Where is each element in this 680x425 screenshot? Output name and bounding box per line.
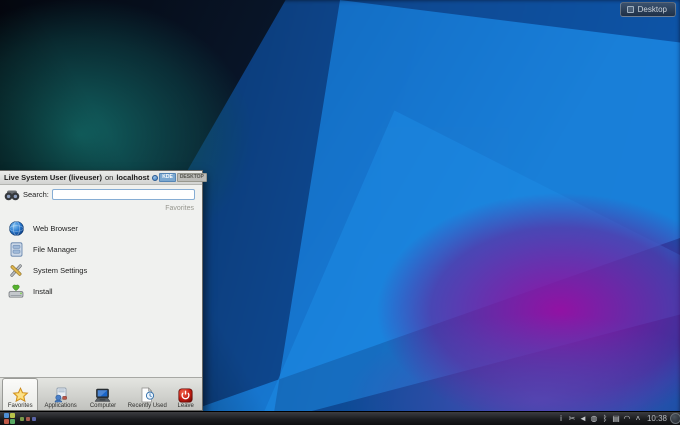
klipper-icon[interactable]: ✂ bbox=[567, 413, 577, 425]
kde-badge-label: KDE bbox=[159, 173, 176, 182]
tab-favorites[interactable]: Favorites bbox=[2, 378, 38, 410]
tab-leave[interactable]: Leave bbox=[171, 383, 200, 410]
bluetooth-icon[interactable]: ᛒ bbox=[600, 413, 610, 425]
menu-item-label: System Settings bbox=[33, 266, 87, 275]
menu-item-web-browser[interactable]: Web Browser bbox=[0, 218, 202, 239]
menu-item-label: File Manager bbox=[33, 245, 77, 254]
system-settings-tools-icon bbox=[8, 263, 24, 279]
breadcrumb: Favorites bbox=[0, 204, 202, 215]
menu-item-system-settings[interactable]: System Settings bbox=[0, 260, 202, 281]
kde-branding-badge: KDE DESKTOP bbox=[152, 173, 207, 182]
application-launcher-icon[interactable] bbox=[4, 413, 16, 424]
wifi-icon[interactable]: ◠ bbox=[622, 413, 632, 425]
kickoff-hostname: localhost bbox=[116, 173, 149, 182]
favorites-list: Web Browser File Manager bbox=[0, 215, 202, 377]
menu-item-label: Web Browser bbox=[33, 224, 78, 233]
applications-icon bbox=[53, 387, 68, 403]
tab-label: Recently Used bbox=[128, 403, 167, 409]
digital-clock[interactable]: 10:38 bbox=[647, 414, 667, 423]
menu-item-install[interactable]: Install bbox=[0, 281, 202, 302]
tab-label: Computer bbox=[90, 403, 116, 409]
favorites-star-icon bbox=[12, 387, 29, 403]
kickoff-tab-bar: Favorites Applications bbox=[0, 377, 202, 410]
tray-expander-icon[interactable]: ˄ bbox=[633, 413, 643, 425]
panel-toolbox-cashew-icon[interactable] bbox=[670, 413, 680, 424]
kde-logo-icon bbox=[152, 175, 158, 181]
desktop-pager[interactable] bbox=[20, 417, 36, 421]
network-icon[interactable]: ◍ bbox=[589, 413, 599, 425]
kickoff-search-row: Search: bbox=[0, 185, 202, 204]
recently-used-clock-icon bbox=[140, 387, 155, 403]
desktop-toolbox-button[interactable]: Desktop bbox=[620, 2, 676, 17]
taskbar-panel: i ✂ ◄ ◍ ᛒ ▤ ◠ ˄ 10:38 bbox=[0, 411, 680, 425]
kickoff-header: Live System User (liveuser) on localhost… bbox=[0, 171, 202, 185]
search-binoculars-icon bbox=[4, 187, 20, 203]
notifications-icon[interactable]: i bbox=[556, 413, 566, 425]
volume-icon[interactable]: ◄ bbox=[578, 413, 588, 425]
leave-power-icon bbox=[178, 387, 193, 403]
kickoff-menu: Live System User (liveuser) on localhost… bbox=[0, 170, 203, 411]
tab-computer[interactable]: Computer bbox=[83, 383, 123, 410]
tab-label: Leave bbox=[178, 403, 194, 409]
tab-applications[interactable]: Applications bbox=[38, 383, 82, 410]
desktop-badge-label: DESKTOP bbox=[177, 173, 207, 182]
menu-item-label: Install bbox=[33, 287, 53, 296]
desktop-toolbox-icon bbox=[627, 6, 634, 13]
device-notifier-icon[interactable]: ▤ bbox=[611, 413, 621, 425]
search-label: Search: bbox=[23, 190, 49, 199]
desktop-toolbox-label: Desktop bbox=[638, 5, 667, 14]
system-tray: i ✂ ◄ ◍ ᛒ ▤ ◠ ˄ 10:38 bbox=[556, 413, 678, 425]
tab-label: Applications bbox=[44, 403, 76, 409]
tab-recently-used[interactable]: Recently Used bbox=[123, 383, 171, 410]
desktop-screen: Desktop Live System User (liveuser) on l… bbox=[0, 0, 680, 425]
menu-item-file-manager[interactable]: File Manager bbox=[0, 239, 202, 260]
tab-label: Favorites bbox=[8, 403, 33, 409]
install-drive-icon bbox=[8, 284, 24, 300]
computer-laptop-icon bbox=[94, 387, 111, 403]
kickoff-user-name: Live System User (liveuser) bbox=[4, 173, 102, 182]
search-input[interactable] bbox=[52, 189, 195, 200]
kickoff-header-connector: on bbox=[105, 173, 113, 182]
web-browser-globe-icon bbox=[8, 221, 24, 237]
file-manager-icon bbox=[8, 242, 24, 258]
